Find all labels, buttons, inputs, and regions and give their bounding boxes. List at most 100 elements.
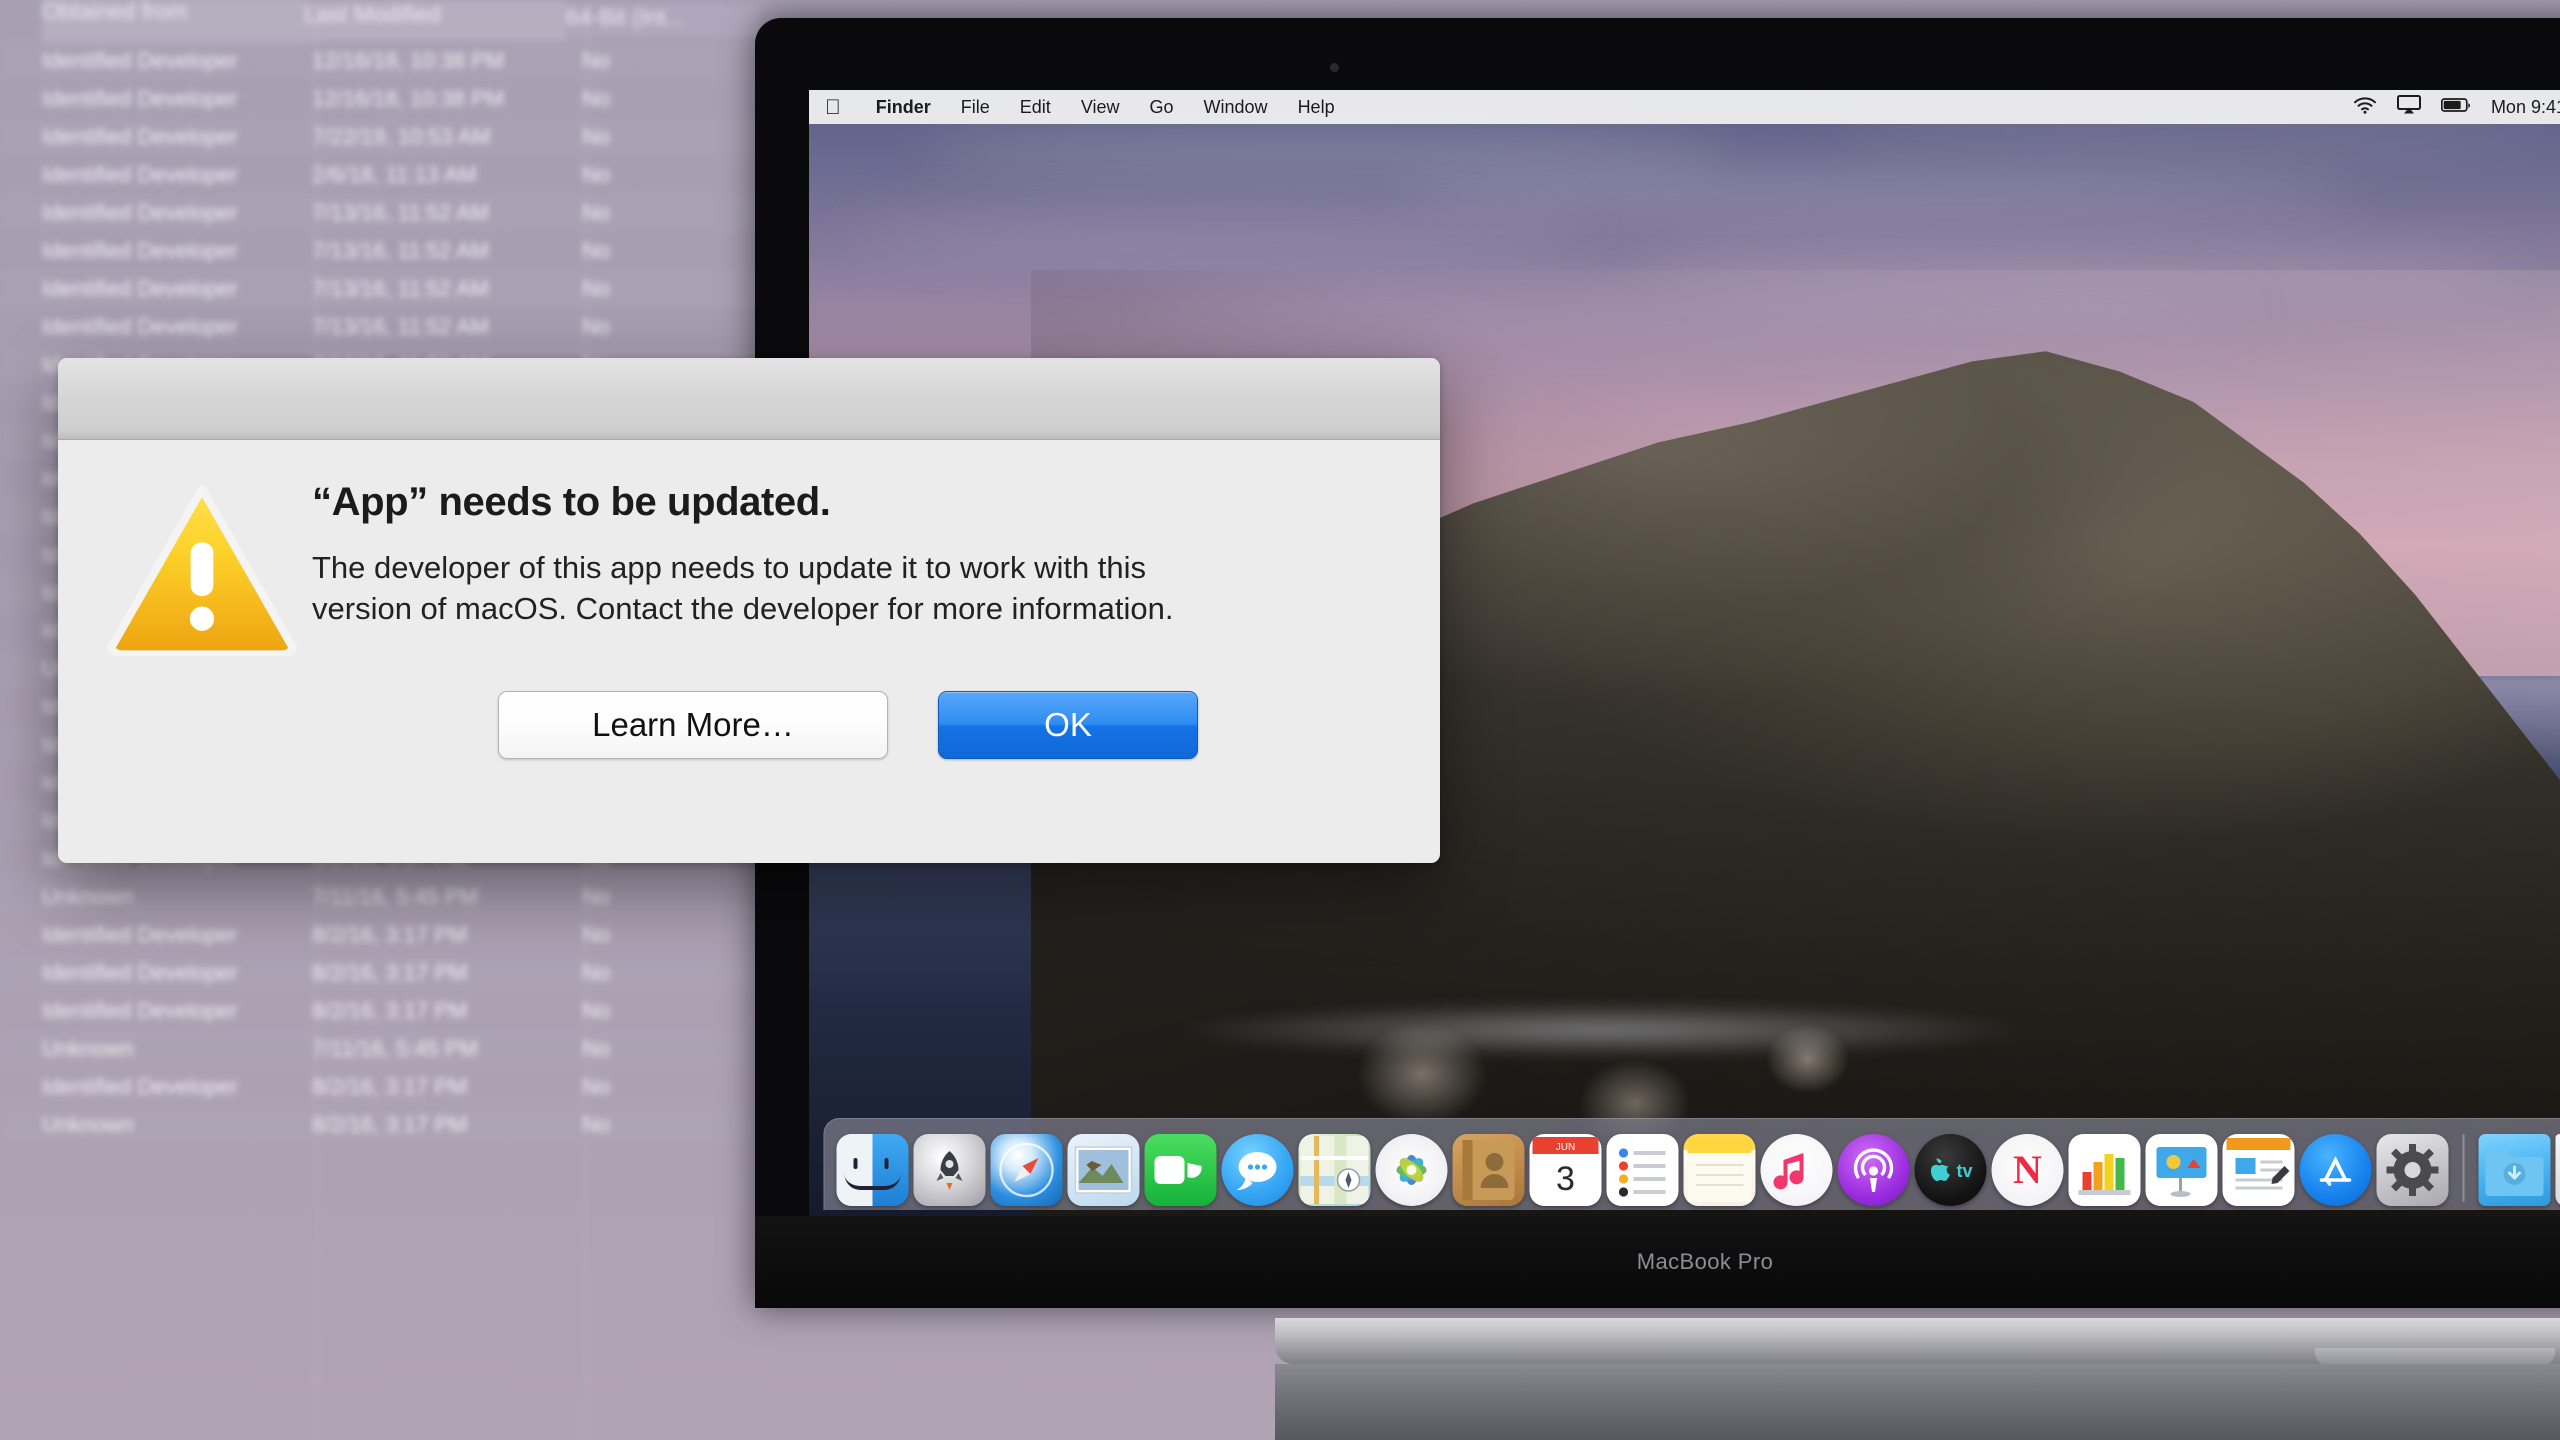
dock-item-notes[interactable] — [1683, 1134, 1756, 1206]
dock-item-app-store[interactable] — [2299, 1134, 2372, 1206]
menu-item-help[interactable]: Help — [1283, 97, 1350, 118]
dialog-title: “App” needs to be updated. — [312, 480, 831, 524]
column-header-64bit: 64-Bit (Int... — [565, 4, 760, 38]
dock-item-reminders[interactable] — [1606, 1134, 1679, 1206]
menu-item-window[interactable]: Window — [1189, 97, 1283, 118]
menu-item-file[interactable]: File — [946, 97, 1005, 118]
dock-item-photos[interactable] — [1375, 1134, 1448, 1206]
battery-icon[interactable] — [2440, 97, 2471, 118]
facetime-camera-icon — [1330, 63, 1339, 72]
dock-item-calendar[interactable]: JUN 3 — [1529, 1134, 1602, 1206]
table-row[interactable]: Identified Developer 7/13/16, 11:52 AM No — [0, 308, 760, 346]
cell-64bit: No — [582, 1074, 611, 1099]
dialog-text-area: “App” needs to be updated. The developer… — [304, 474, 1242, 760]
dock-item-contacts[interactable] — [1452, 1134, 1525, 1206]
cell-obtained-from: Identified Developer — [42, 960, 238, 985]
cell-last-modified: 12/16/18, 10:38 PM — [312, 86, 505, 111]
dock-item-numbers[interactable] — [2068, 1134, 2141, 1206]
table-row[interactable]: Identified Developer 8/2/16, 3:17 PM No — [0, 954, 760, 992]
dialog-body: “App” needs to be updated. The developer… — [58, 440, 1440, 760]
cell-obtained-from: Identified Developer — [42, 1074, 238, 1099]
dock-item-mail[interactable] — [1067, 1134, 1140, 1206]
dock-item-music[interactable] — [1760, 1134, 1833, 1206]
dialog-icon-area — [104, 474, 304, 759]
column-header-last-modified: Last Modified — [303, 1, 566, 41]
dock-item-apple-tv[interactable]: tv — [1914, 1134, 1987, 1206]
dock-item-safari[interactable] — [990, 1134, 1063, 1206]
dock-item-messages[interactable] — [1221, 1134, 1294, 1206]
dialog-message: The developer of this app needs to updat… — [312, 550, 1174, 627]
table-row[interactable]: Identified Developer 7/13/16, 11:52 AM No — [0, 232, 760, 270]
menu-item-view[interactable]: View — [1066, 97, 1135, 118]
svg-text:3: 3 — [1556, 1160, 1575, 1198]
dock-item-pages[interactable] — [2222, 1134, 2295, 1206]
table-row[interactable]: Identified Developer 7/22/19, 10:53 AM No — [0, 118, 760, 156]
update-alert-dialog[interactable]: “App” needs to be updated. The developer… — [58, 358, 1440, 863]
cell-last-modified: 8/2/16, 3:17 PM — [312, 922, 468, 947]
cell-obtained-from: Unknown — [42, 1112, 134, 1137]
menu-bar-clock[interactable]: Mon 9:41 AM — [2491, 97, 2560, 118]
table-row[interactable]: Identified Developer 8/2/16, 3:17 PM No — [0, 916, 760, 954]
cell-last-modified: 8/2/16, 3:17 PM — [312, 960, 468, 985]
cell-last-modified: 7/13/16, 11:52 AM — [312, 276, 489, 301]
cell-64bit: No — [582, 162, 611, 187]
cell-64bit: No — [582, 48, 611, 73]
cell-64bit: No — [582, 922, 611, 947]
table-row[interactable]: Unknown 7/11/16, 5:45 PM No — [0, 878, 760, 916]
table-row[interactable]: Unknown 8/2/16, 3:17 PM No — [0, 1106, 760, 1144]
laptop-chin: MacBook Pro — [755, 1216, 2560, 1308]
menu-item-go[interactable]: Go — [1135, 97, 1189, 118]
dock-item-news[interactable]: N — [1991, 1134, 2064, 1206]
cell-last-modified: 8/2/16, 3:17 PM — [312, 1074, 468, 1099]
cell-64bit: No — [582, 884, 611, 909]
dock-item-downloads-folder[interactable] — [2478, 1134, 2551, 1206]
cell-last-modified: 7/22/19, 10:53 AM — [312, 124, 491, 149]
cell-obtained-from: Identified Developer — [42, 314, 238, 339]
cell-obtained-from: Identified Developer — [42, 922, 238, 947]
apple-logo-icon[interactable]:  — [825, 97, 841, 118]
table-row[interactable]: Identified Developer 8/2/16, 3:17 PM No — [0, 1068, 760, 1106]
dock-item-trash[interactable] — [2555, 1134, 2560, 1206]
cell-64bit: No — [582, 276, 611, 301]
table-row[interactable]: Unknown 7/11/16, 5:45 PM No — [0, 1030, 760, 1068]
cell-obtained-from: Identified Developer — [42, 200, 238, 225]
menu-item-finder[interactable]: Finder — [861, 97, 946, 118]
table-header-row: Obtained from Last Modified 64-Bit (Int.… — [0, 0, 760, 44]
airplay-icon[interactable] — [2396, 95, 2421, 119]
cell-64bit: No — [582, 124, 611, 149]
cell-last-modified: 7/13/16, 11:52 AM — [312, 200, 489, 225]
dock-separator — [2462, 1134, 2465, 1202]
dock-item-maps[interactable] — [1298, 1134, 1371, 1206]
cell-obtained-from: Unknown — [42, 1036, 134, 1061]
menu-bar-status-area: Mon 9:41 AM — [2353, 95, 2560, 120]
wifi-icon[interactable] — [2353, 96, 2377, 119]
cell-obtained-from: Identified Developer — [42, 276, 238, 301]
cell-64bit: No — [582, 960, 611, 985]
laptop-base-front — [1275, 1364, 2560, 1440]
cell-last-modified: 8/2/16, 3:17 PM — [312, 998, 468, 1023]
cell-obtained-from: Identified Developer — [42, 124, 238, 149]
dock-item-finder[interactable] — [836, 1134, 909, 1206]
cell-obtained-from: Unknown — [42, 884, 134, 909]
table-row[interactable]: Identified Developer 7/13/16, 11:52 AM No — [0, 194, 760, 232]
ok-button[interactable]: OK — [938, 691, 1198, 760]
dock[interactable]: JUN 3 tv N — [823, 1118, 2560, 1210]
dock-item-keynote[interactable] — [2145, 1134, 2218, 1206]
table-row[interactable]: Identified Developer 7/13/16, 11:52 AM No — [0, 270, 760, 308]
cell-64bit: No — [582, 1112, 611, 1137]
table-row[interactable]: Identified Developer 12/16/18, 10:38 PM No — [0, 42, 760, 80]
cell-64bit: No — [582, 1036, 611, 1061]
menu-item-edit[interactable]: Edit — [1005, 97, 1066, 118]
cell-obtained-from: Identified Developer — [42, 48, 238, 73]
table-row[interactable]: Identified Developer 2/6/18, 11:13 AM No — [0, 156, 760, 194]
dock-item-system-preferences[interactable] — [2376, 1134, 2449, 1206]
learn-more-button[interactable]: Learn More… — [498, 691, 888, 760]
table-row[interactable]: Identified Developer 12/16/18, 10:38 PM No — [0, 80, 760, 118]
dock-item-podcasts[interactable] — [1837, 1134, 1910, 1206]
dock-item-facetime[interactable] — [1144, 1134, 1217, 1206]
dock-item-launchpad[interactable] — [913, 1134, 986, 1206]
menu-bar[interactable]:  Finder File Edit View Go Window Help — [809, 90, 2560, 124]
table-row[interactable]: Identified Developer 8/2/16, 3:17 PM No — [0, 992, 760, 1030]
macbook-model-label: MacBook Pro — [1636, 1249, 1774, 1274]
dialog-titlebar[interactable] — [58, 358, 1440, 440]
